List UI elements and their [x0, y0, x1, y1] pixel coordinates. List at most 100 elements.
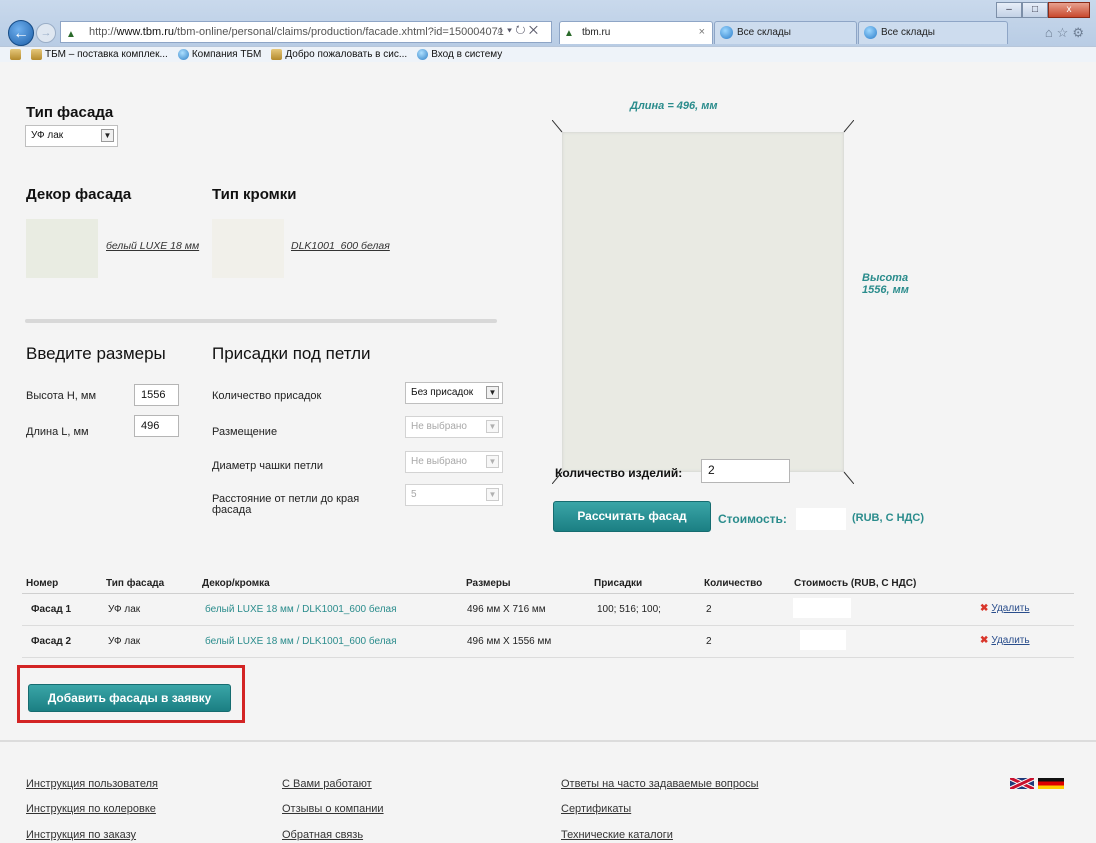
- placement-select[interactable]: Не выбрано ▼: [405, 416, 503, 438]
- decor-swatch[interactable]: [26, 219, 98, 278]
- row-size: 496 мм X 716 мм: [467, 604, 546, 615]
- sizes-title: Введите размеры: [26, 344, 166, 363]
- browser-chrome: – □ x ← → ▲ http://www.tbm.ru/tbm-online/…: [0, 0, 1096, 62]
- uk-flag-icon[interactable]: [1010, 778, 1034, 789]
- footer-link[interactable]: Инструкция по колеровке: [26, 803, 156, 815]
- favorite-link[interactable]: Добро пожаловать в сис...: [271, 47, 407, 62]
- row-number: Фасад 1: [31, 604, 72, 615]
- ie-page-icon: [417, 49, 429, 60]
- close-tab-icon[interactable]: ×: [699, 22, 705, 43]
- window-controls: – □ x: [996, 2, 1090, 18]
- footer-link[interactable]: Обратная связь: [282, 829, 363, 841]
- ie-page-icon: [864, 26, 877, 39]
- calculate-button[interactable]: Рассчитать фасад: [553, 501, 711, 532]
- forward-button[interactable]: →: [36, 23, 56, 43]
- placement-label: Размещение: [212, 426, 278, 438]
- height-dimension-label: Высота 1556, мм: [862, 272, 909, 296]
- ie-page-icon: [177, 49, 189, 60]
- url-host: www.tbm.ru: [116, 26, 174, 38]
- cost-value: [796, 508, 846, 530]
- footer-link[interactable]: С Вами работают: [282, 778, 372, 790]
- back-button[interactable]: ←: [8, 20, 34, 46]
- quantity-label: Количество изделий:: [555, 466, 683, 480]
- cost-unit: (RUB, С НДС): [852, 512, 924, 524]
- favorite-link[interactable]: Вход в систему: [417, 47, 502, 62]
- hinge-count-select[interactable]: Без присадок ▼: [405, 382, 503, 404]
- hinge-count-label: Количество присадок: [212, 390, 322, 402]
- tab-label: Все склады: [881, 27, 935, 38]
- row-cost: [793, 598, 851, 618]
- favorite-link[interactable]: ТБМ – поставка комплек...: [31, 47, 168, 62]
- row-qty: 2: [706, 636, 712, 647]
- arrow-right-icon: →: [40, 27, 52, 39]
- url-path: /tbm-online/personal/claims/production/f…: [174, 26, 504, 38]
- german-flag-icon[interactable]: [1038, 778, 1064, 789]
- row-decor: белый LUXE 18 мм / DLK1001_600 белая: [205, 604, 397, 615]
- edge-link[interactable]: DLK1001_600 белая: [291, 240, 390, 252]
- edge-distance-select[interactable]: 5 ▼: [405, 484, 503, 506]
- hinges-title: Присадки под петли: [212, 344, 371, 363]
- height-input[interactable]: 1556: [134, 384, 179, 406]
- table-row: Фасад 1 УФ лак белый LUXE 18 мм / DLK100…: [22, 594, 1074, 626]
- table-row: Фасад 2 УФ лак белый LUXE 18 мм / DLK100…: [22, 626, 1074, 658]
- tab-warehouses-1[interactable]: Все склады: [714, 21, 857, 44]
- edge-title: Тип кромки: [212, 186, 297, 203]
- length-input[interactable]: 496: [134, 415, 179, 437]
- tab-tbm[interactable]: ▲ tbm.ru ×: [559, 21, 713, 44]
- tab-warehouses-2[interactable]: Все склады: [858, 21, 1008, 44]
- row-size: 496 мм X 1556 мм: [467, 636, 552, 647]
- footer-link[interactable]: Ответы на часто задаваемые вопросы: [561, 778, 758, 790]
- chevron-down-icon: ▼: [486, 386, 499, 399]
- address-bar[interactable]: ▲ http://www.tbm.ru/tbm-online/personal/c…: [60, 21, 552, 43]
- chevron-down-icon: ▼: [101, 129, 114, 142]
- footer-link[interactable]: Инструкция по заказу: [26, 829, 136, 841]
- edge-distance-label: Расстояние от петли до края фасада: [212, 493, 360, 516]
- decor-title: Декор фасада: [26, 186, 132, 203]
- ie-page-icon: [720, 26, 733, 39]
- edge-swatch[interactable]: [212, 219, 284, 278]
- footer-link[interactable]: Сертификаты: [561, 803, 631, 815]
- site-logo-icon: ▲: [564, 28, 574, 39]
- tab-label: Все склады: [737, 27, 791, 38]
- quantity-input[interactable]: 2: [701, 459, 790, 483]
- site-icon: [31, 49, 42, 60]
- column-header: Количество: [704, 578, 763, 589]
- language-switcher: [1010, 778, 1066, 789]
- favorite-link[interactable]: Компания ТБМ: [177, 47, 261, 62]
- column-header: Присадки: [594, 578, 643, 589]
- height-label: Высота H, мм: [26, 390, 97, 402]
- footer-link[interactable]: Технические каталоги: [561, 829, 673, 841]
- facade-type-title: Тип фасада: [26, 104, 114, 121]
- maximize-button[interactable]: □: [1022, 2, 1048, 18]
- close-window-button[interactable]: x: [1048, 2, 1090, 18]
- row-type: УФ лак: [108, 604, 141, 615]
- site-icon: [271, 49, 283, 60]
- toolbar-icons[interactable]: ⌂☆⚙: [1045, 25, 1088, 41]
- column-header: Тип фасада: [106, 578, 165, 589]
- page-content: Тип фасада УФ лак ▼ Декор фасада Тип кро…: [0, 62, 1096, 843]
- footer-divider: [0, 740, 1096, 742]
- column-header: Размеры: [466, 578, 511, 589]
- cup-diameter-select[interactable]: Не выбрано ▼: [405, 451, 503, 473]
- add-facades-button[interactable]: Добавить фасады в заявку: [28, 684, 231, 712]
- delete-link[interactable]: ✖ Удалить: [980, 635, 1030, 646]
- row-number: Фасад 2: [31, 636, 72, 647]
- footer-link[interactable]: Инструкция пользователя: [26, 778, 158, 790]
- cup-diameter-label: Диаметр чашки петли: [212, 460, 323, 472]
- address-actions[interactable]: ⌕ ▾ ↻ ✕: [497, 23, 538, 38]
- decor-link[interactable]: белый LUXE 18 мм: [106, 240, 199, 252]
- minimize-button[interactable]: –: [996, 2, 1022, 18]
- footer-link[interactable]: Отзывы о компании: [282, 803, 384, 815]
- preview-corner-lines: [552, 120, 854, 484]
- tab-label: tbm.ru: [582, 27, 611, 38]
- favorites-star-icon[interactable]: [10, 47, 21, 62]
- url-prefix: http://: [89, 26, 117, 38]
- row-decor: белый LUXE 18 мм / DLK1001_600 белая: [205, 636, 397, 647]
- length-dimension-label: Длина = 496, мм: [630, 100, 718, 112]
- delete-link[interactable]: ✖ Удалить: [980, 603, 1030, 614]
- column-header: Стоимость (RUB, С НДС): [794, 578, 917, 589]
- cost-label: Стоимость:: [718, 512, 787, 526]
- arrow-left-icon: ←: [13, 25, 29, 42]
- facade-type-select[interactable]: УФ лак ▼: [25, 125, 118, 147]
- chevron-down-icon: ▼: [486, 455, 499, 468]
